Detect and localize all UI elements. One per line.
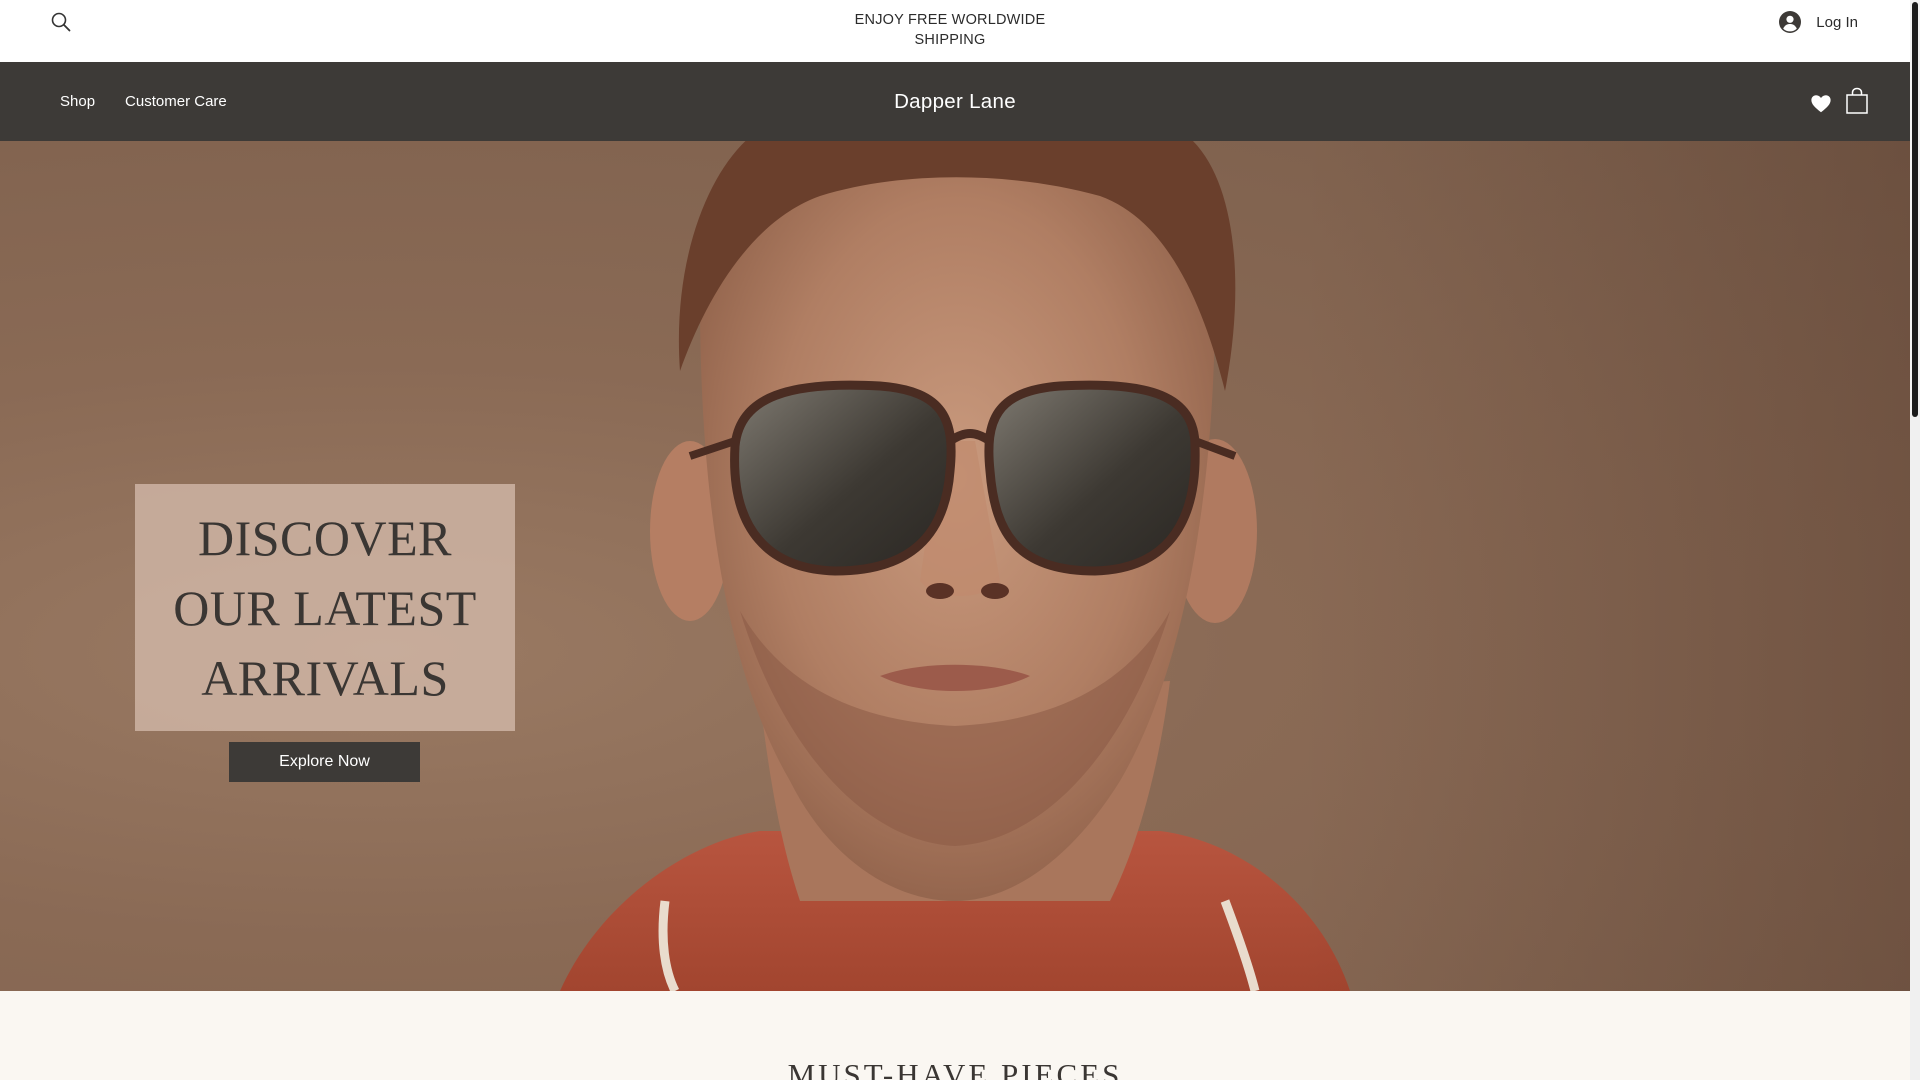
user-avatar-icon: [1779, 11, 1802, 33]
announcement-bar: ENJOY FREE WORLDWIDE SHIPPING Log In: [0, 0, 1910, 62]
explore-now-button[interactable]: Explore Now: [229, 742, 420, 782]
hero-text-card: DISCOVER OUR LATEST ARRIVALS: [135, 484, 515, 731]
free-shipping-announcement: ENJOY FREE WORLDWIDE SHIPPING: [854, 12, 1046, 48]
search-button[interactable]: [50, 11, 72, 33]
hero-heading-line-1: DISCOVER: [197, 509, 452, 566]
must-have-section: MUST-HAVE PIECES: [0, 991, 1910, 1080]
hero-heading-line-3: ARRIVALS: [201, 649, 449, 706]
search-icon: [51, 12, 71, 32]
login-label: Log In: [1816, 13, 1858, 31]
heart-icon: [1811, 95, 1831, 113]
page: ENJOY FREE WORLDWIDE SHIPPING Log In Sho…: [0, 0, 1920, 1080]
section-title: MUST-HAVE PIECES: [787, 1057, 1123, 1080]
main-nav: Shop Customer Care Dapper Lane: [0, 62, 1910, 141]
wishlist-button[interactable]: [1810, 93, 1832, 115]
hero-heading: DISCOVER OUR LATEST ARRIVALS: [173, 503, 477, 713]
shopping-bag-icon: [1846, 87, 1868, 114]
hero-shade: [1300, 141, 1910, 991]
scrollbar-thumb[interactable]: [1912, 2, 1918, 417]
login-button[interactable]: Log In: [1778, 10, 1858, 34]
nav-item-customer-care[interactable]: Customer Care: [125, 93, 227, 110]
hero-heading-line-2: OUR LATEST: [173, 579, 477, 636]
nav-links: Shop Customer Care: [60, 62, 227, 141]
site-logo[interactable]: Dapper Lane: [855, 62, 1055, 141]
nav-item-shop[interactable]: Shop: [60, 93, 95, 110]
cart-button[interactable]: [1845, 87, 1869, 115]
